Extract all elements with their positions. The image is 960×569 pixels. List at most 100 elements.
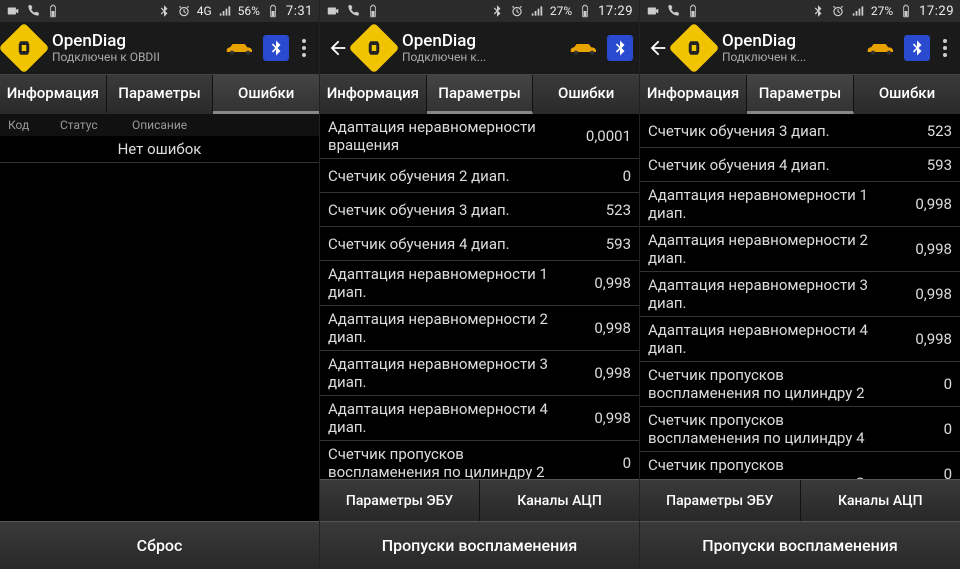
bottom-button[interactable]: Пропуски воспламенения [640, 521, 960, 569]
app-title: OpenDiag [52, 32, 217, 51]
tab-label: Информация [7, 84, 99, 102]
status-bar: 4G56%7:31 [0, 0, 319, 22]
tab-1[interactable]: Параметры [427, 75, 534, 114]
param-value: 0,998 [902, 285, 952, 303]
bottom-button[interactable]: Сброс [0, 521, 319, 569]
bluetooth-button[interactable] [263, 35, 289, 61]
tab-2[interactable]: Ошибки [854, 75, 960, 114]
battery-icon [578, 4, 592, 18]
app-subtitle: Подключен к OBDII [52, 51, 217, 64]
param-value: 0 [902, 420, 952, 438]
param-label: Счетчик обучения 3 диап. [648, 122, 902, 140]
car-icon[interactable] [223, 40, 257, 56]
content[interactable]: Адаптация неравномерности вращения0,0001… [320, 114, 639, 479]
tab-0[interactable]: Информация [0, 75, 107, 114]
param-row[interactable]: Счетчик обучения 2 диап.0 [320, 159, 639, 193]
param-row[interactable]: Адаптация неравномерности 4 диап.0,998 [320, 396, 639, 441]
bluetooth-button[interactable] [607, 35, 633, 61]
bottom-tab-0[interactable]: Параметры ЭБУ [640, 480, 801, 521]
param-row[interactable]: Счетчик обучения 3 диап.523 [640, 114, 960, 148]
bottom-tab-1[interactable]: Каналы АЦП [801, 480, 960, 521]
param-label: Счетчик пропусков воспламенения по цилин… [648, 366, 902, 402]
back-button[interactable] [646, 36, 670, 60]
app-logo-icon [0, 23, 49, 74]
bluetooth-icon [157, 4, 171, 18]
param-row[interactable]: Счетчик пропусков воспламенения по цилин… [640, 407, 960, 452]
bottom-tab-1[interactable]: Каналы АЦП [480, 480, 639, 521]
tab-0[interactable]: Информация [640, 75, 747, 114]
camera-icon [326, 4, 340, 18]
param-row[interactable]: Адаптация неравномерности 1 диап.0,998 [640, 182, 960, 227]
param-label: Адаптация неравномерности 4 диап. [328, 400, 581, 436]
param-label: Адаптация неравномерности 2 диап. [328, 310, 581, 346]
bottom-tabs: Параметры ЭБУ Каналы АЦП [320, 479, 639, 521]
battery-icon [899, 4, 913, 18]
param-row[interactable]: Адаптация неравномерности 2 диап.0,998 [640, 227, 960, 272]
param-row[interactable]: Адаптация неравномерности 1 диап.0,998 [320, 261, 639, 306]
tab-2[interactable]: Ошибки [213, 75, 319, 114]
bottom-tabs: Параметры ЭБУ Каналы АЦП [640, 479, 960, 521]
signal-icon [218, 4, 232, 18]
param-row[interactable]: Адаптация неравномерности 4 диап.0,998 [640, 317, 960, 362]
param-value: 523 [581, 201, 631, 219]
tab-1[interactable]: Параметры [107, 75, 214, 114]
status-bar: 27%17:29 [320, 0, 639, 22]
errors-header: КодСтатусОписание [0, 114, 319, 136]
param-value: 0,998 [581, 364, 631, 382]
bottom-button[interactable]: Пропуски воспламенения [320, 521, 639, 569]
param-row[interactable]: Счетчик обучения 4 диап.593 [640, 148, 960, 182]
param-row[interactable]: Счетчик обучения 4 диап.593 [320, 227, 639, 261]
alarm-icon [831, 4, 845, 18]
battery-pct: 27% [871, 4, 893, 18]
param-label: Счетчик обучения 3 диап. [328, 201, 581, 219]
bottom-tab-0[interactable]: Параметры ЭБУ [320, 480, 480, 521]
camera-icon [646, 4, 660, 18]
app-title: OpenDiag [722, 32, 858, 51]
param-label: Счетчик пропусков воспламенения по цилин… [648, 411, 902, 447]
overflow-menu[interactable] [295, 36, 313, 60]
bottom-tab-label: Параметры ЭБУ [346, 493, 453, 509]
param-row[interactable]: Адаптация неравномерности 2 диап.0,998 [320, 306, 639, 351]
battery-icon [46, 4, 60, 18]
back-button[interactable] [326, 36, 350, 60]
app-logo-icon [669, 23, 720, 74]
bottom-button-label: Пропуски воспламенения [382, 536, 578, 555]
param-value: 0,998 [902, 240, 952, 258]
overflow-menu[interactable] [936, 36, 954, 60]
tab-0[interactable]: Информация [320, 75, 427, 114]
param-row[interactable]: Адаптация неравномерности вращения0,0001 [320, 114, 639, 159]
param-row[interactable]: Адаптация неравномерности 3 диап.0,998 [320, 351, 639, 396]
param-row[interactable]: Счетчик обучения 3 диап.523 [320, 193, 639, 227]
tab-label: Ошибки [238, 84, 294, 102]
tab-label: Параметры [759, 84, 841, 102]
bottom-tab-label: Параметры ЭБУ [666, 493, 773, 509]
param-row[interactable]: Счетчик пропусков воспламенения по цилин… [640, 362, 960, 407]
content[interactable]: КодСтатусОписаниеНет ошибок [0, 114, 319, 521]
param-label: Адаптация неравномерности 2 диап. [648, 231, 902, 267]
param-label: Адаптация неравномерности вращения [328, 118, 581, 154]
battery-icon [266, 4, 280, 18]
tab-label: Ошибки [879, 84, 935, 102]
phone-icon [346, 4, 360, 18]
param-row[interactable]: Счетчик пропусков воспламенения по цилин… [640, 452, 960, 479]
bluetooth-button[interactable] [904, 35, 930, 61]
col-status: Статус [60, 118, 120, 132]
param-row[interactable]: Счетчик пропусков воспламенения по цилин… [320, 441, 639, 479]
param-label: Адаптация неравномерности 1 диап. [648, 186, 902, 222]
battery-pct: 27% [550, 4, 572, 18]
alarm-icon [510, 4, 524, 18]
car-icon[interactable] [567, 40, 601, 56]
tab-2[interactable]: Ошибки [533, 75, 639, 114]
content[interactable]: Счетчик обучения 3 диап.523Счетчик обуче… [640, 114, 960, 479]
tab-bar: Информация Параметры Ошибки [0, 74, 319, 114]
param-value: 0,0001 [581, 127, 631, 145]
param-label: Адаптация неравномерности 3 диап. [328, 355, 581, 391]
param-value: 0,998 [902, 330, 952, 348]
tab-1[interactable]: Параметры [747, 75, 854, 114]
action-bar: OpenDiagПодключен к OBDII [0, 22, 319, 74]
car-icon[interactable] [864, 40, 898, 56]
param-value: 0 [902, 465, 952, 479]
tab-label: Ошибки [558, 84, 614, 102]
param-label: Адаптация неравномерности 1 диап. [328, 265, 581, 301]
param-row[interactable]: Адаптация неравномерности 3 диап.0,998 [640, 272, 960, 317]
